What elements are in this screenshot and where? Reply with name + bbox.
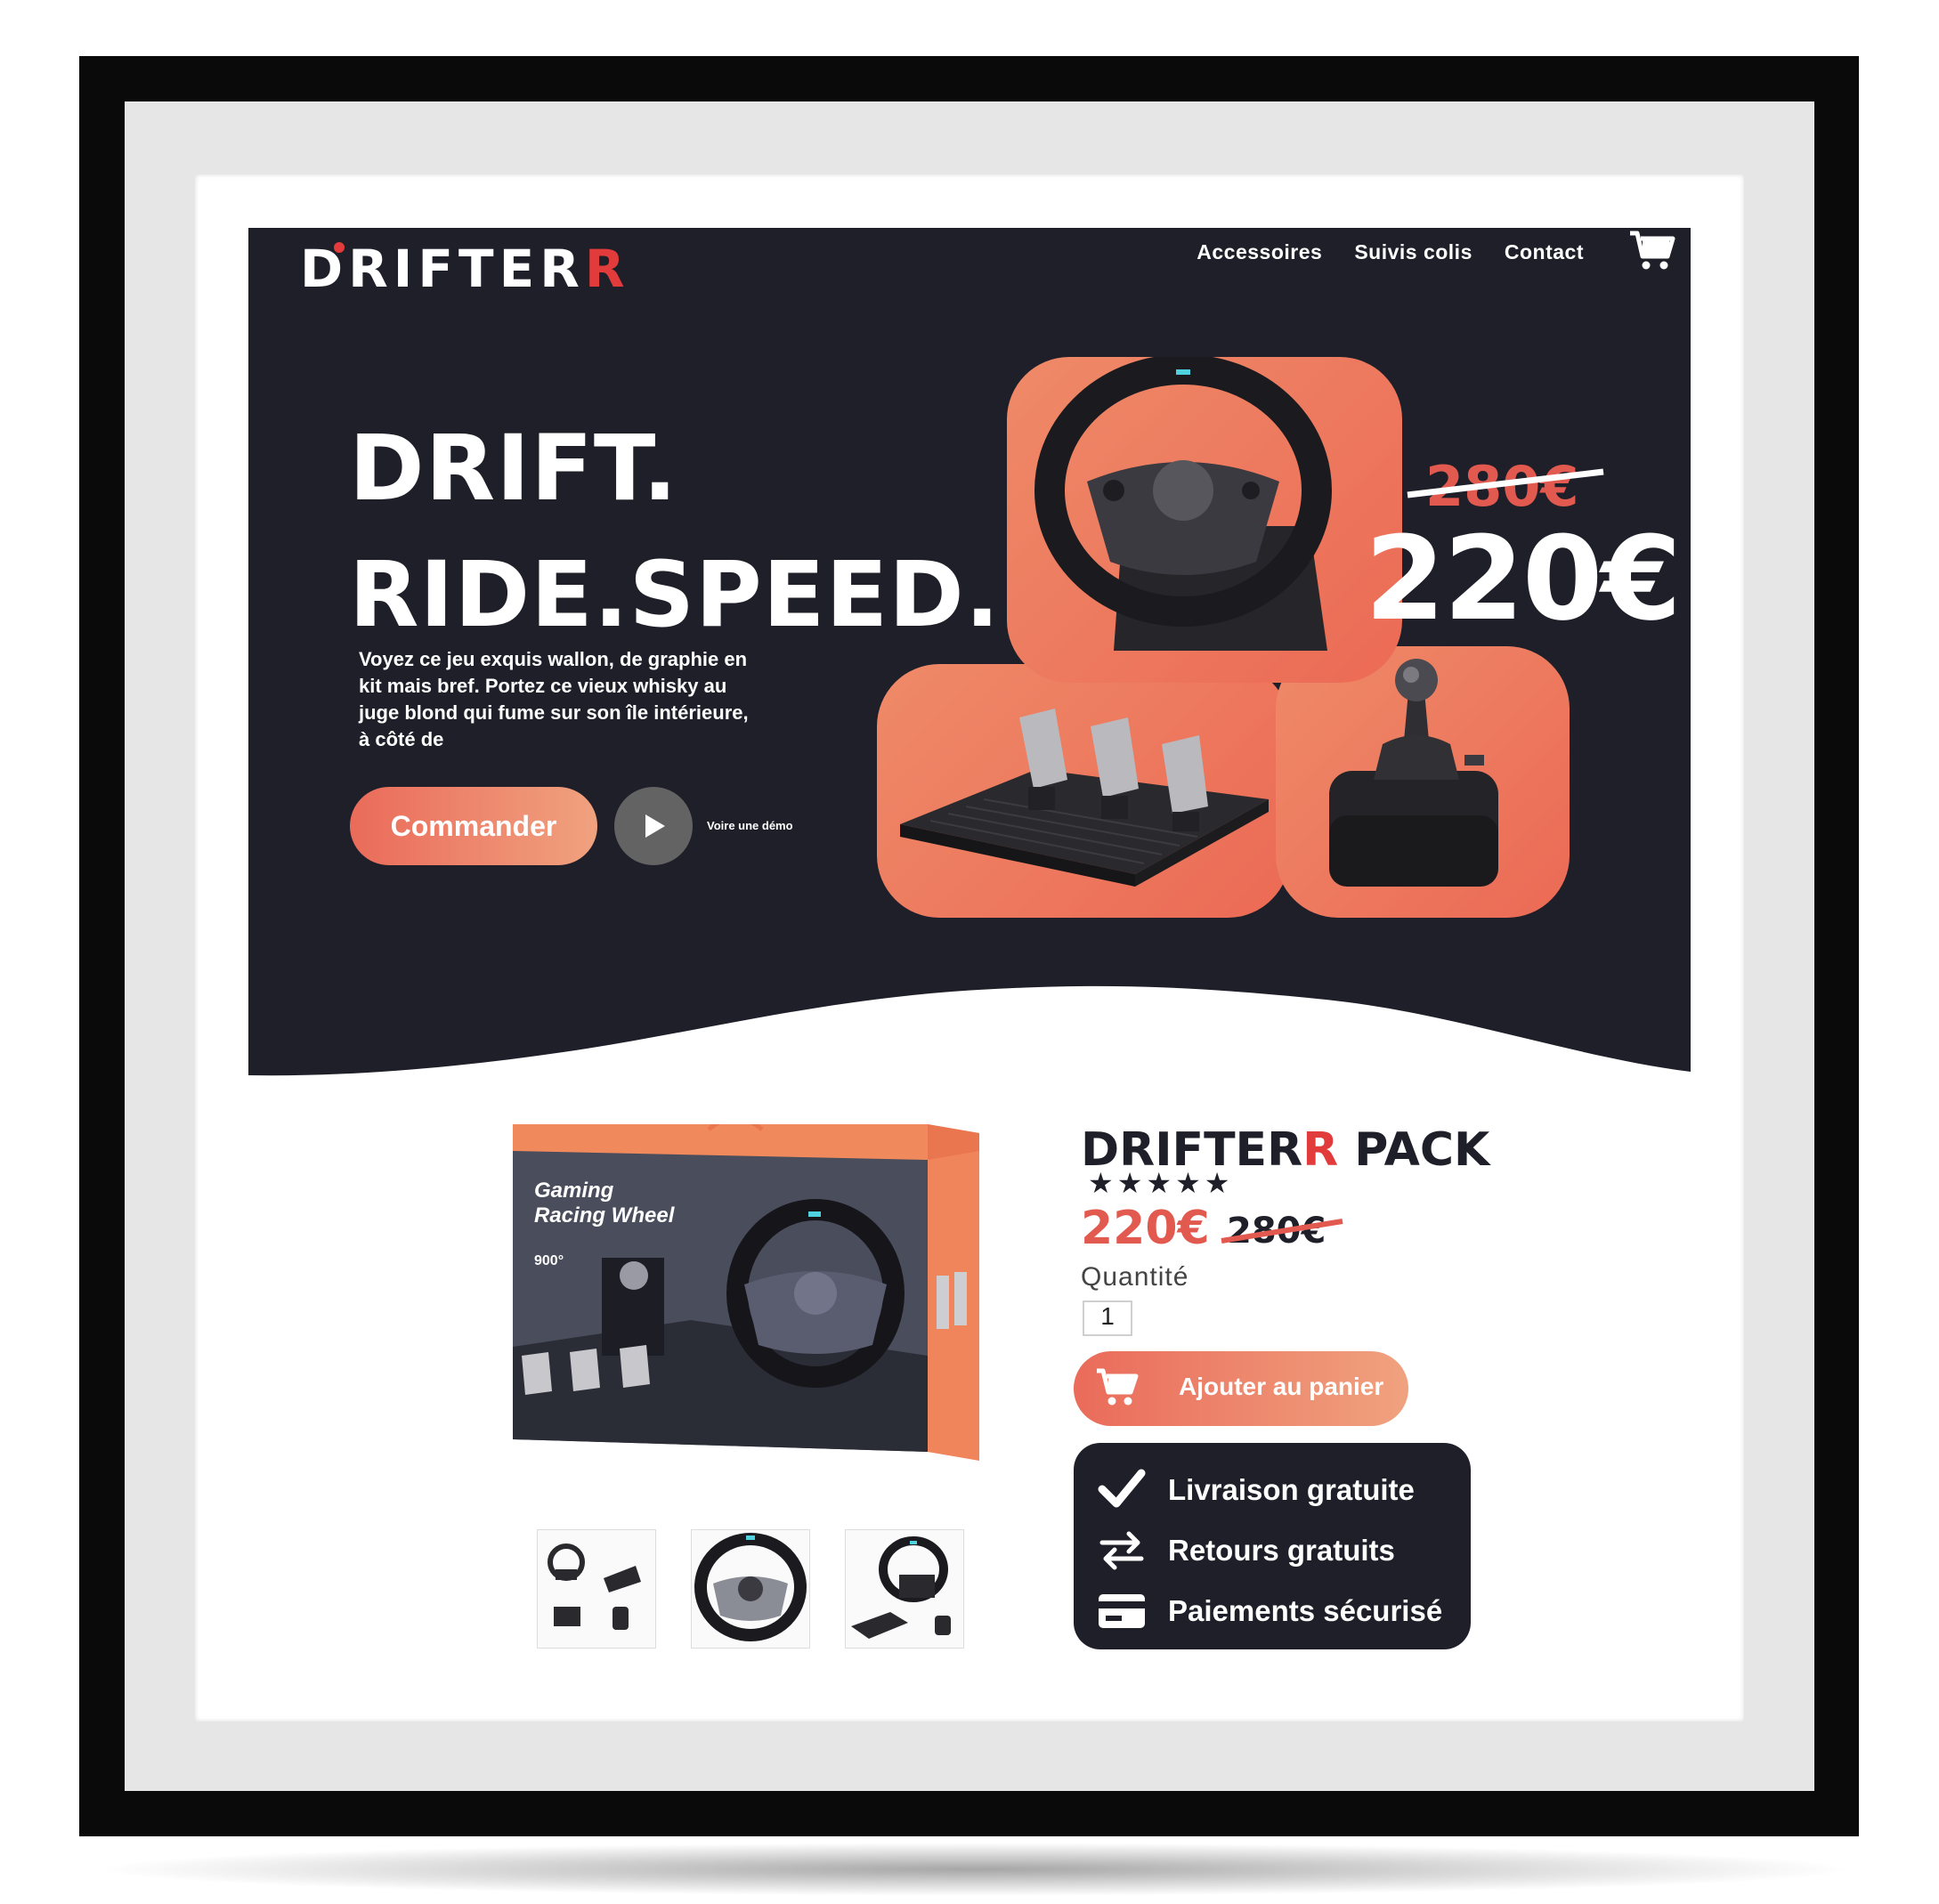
pedals-image (900, 709, 1269, 887)
exchange-arrows-icon (1099, 1531, 1144, 1570)
quantity-label: Quantité (1081, 1262, 1189, 1292)
box-text-2: Racing Wheel (534, 1203, 676, 1227)
perks-box: Livraison gratuite Retours gratuits Paie… (1074, 1443, 1471, 1649)
frame-shadow (89, 1843, 1861, 1896)
box-text-1: Gaming (534, 1179, 614, 1203)
logo-dot (334, 242, 345, 253)
add-to-cart-button[interactable]: Ajouter au panier (1074, 1351, 1408, 1426)
thumbnail-2[interactable] (691, 1529, 810, 1649)
box-text-3: 900° (534, 1253, 564, 1268)
thumbnail-1[interactable] (537, 1529, 656, 1649)
steering-wheel-image (1034, 357, 1332, 651)
nav-suivis-colis[interactable]: Suivis colis (1354, 240, 1473, 264)
thumbnail-wheel-front (694, 1533, 807, 1641)
check-icon (1098, 1469, 1146, 1508)
strikethrough-line (1407, 468, 1604, 498)
product-box-image[interactable]: Gaming Racing Wheel 900° (513, 1124, 979, 1471)
play-icon (645, 814, 665, 838)
quantity-input[interactable]: 1 (1083, 1300, 1132, 1336)
thumbnail-3[interactable] (845, 1529, 964, 1649)
hero-new-price: 220€ (1365, 511, 1682, 646)
play-demo-button[interactable] (614, 787, 693, 865)
perk-label: Retours gratuits (1168, 1534, 1395, 1567)
hero-section: DRIFTERR Accessoires Suivis colis Contac… (248, 228, 1691, 1077)
hero-headline: DRIFT. RIDE.SPEED. (349, 406, 1001, 659)
strikethrough-line (1221, 1219, 1343, 1244)
cart-icon[interactable] (1628, 230, 1676, 271)
main-nav: Accessoires Suivis colis Contact (1197, 240, 1584, 264)
credit-card-icon (1099, 1594, 1145, 1628)
product-price: 220€ (1081, 1202, 1210, 1255)
rating-stars: ★★★★★ (1088, 1166, 1234, 1200)
commander-button[interactable]: Commander (350, 787, 597, 865)
perk-free-delivery: Livraison gratuite (1074, 1461, 1471, 1514)
demo-label[interactable]: Voire une démo (707, 819, 793, 832)
thumbnail-set-overview (548, 1543, 641, 1630)
perk-secure-payment: Paiements sécurisé (1074, 1582, 1471, 1635)
gear-shifter-image (1329, 659, 1498, 887)
pedals-tile (877, 664, 1290, 918)
add-to-cart-label: Ajouter au panier (1179, 1373, 1384, 1400)
wheel-tile (1007, 357, 1402, 683)
shifter-tile (1276, 646, 1570, 918)
perk-label: Livraison gratuite (1168, 1473, 1415, 1506)
perk-free-returns: Retours gratuits (1074, 1521, 1471, 1575)
thumbnail-wheel-with-pedals (851, 1536, 951, 1639)
headline-line-1: DRIFT. (349, 416, 678, 522)
nav-contact[interactable]: Contact (1505, 240, 1584, 264)
brand-logo[interactable]: DRIFTERR (300, 239, 630, 299)
headline-line-2: RIDE.SPEED. (349, 542, 1001, 648)
hero-description: Voyez ce jeu exquis wallon, de graphie e… (359, 648, 749, 750)
nav-accessoires[interactable]: Accessoires (1197, 240, 1322, 264)
cart-icon (1097, 1368, 1139, 1406)
perk-label: Paiements sécurisé (1168, 1594, 1443, 1627)
